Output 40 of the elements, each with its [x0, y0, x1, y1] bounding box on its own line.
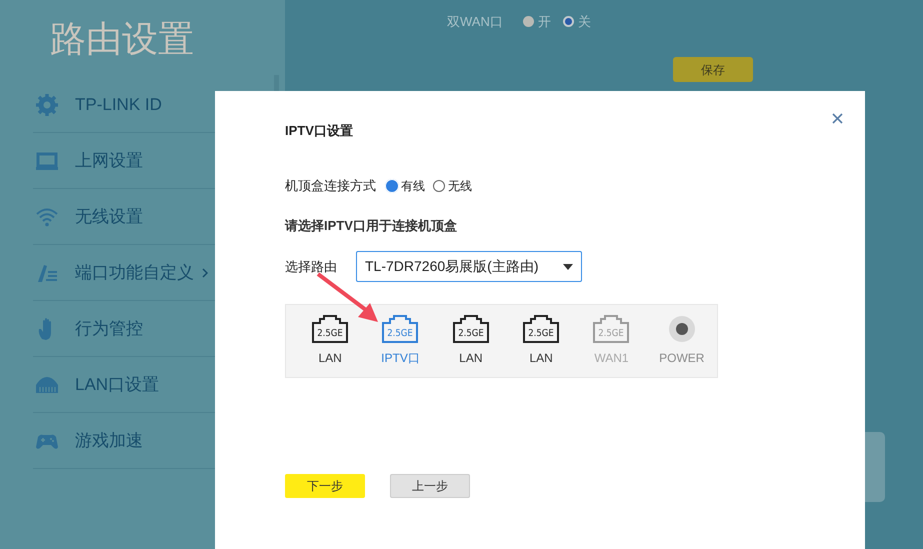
port-label: IPTV口: [381, 350, 420, 367]
ethernet-port-icon[interactable]: 2.5GE: [382, 315, 418, 343]
sidebar-item[interactable]: 无线设置: [75, 204, 143, 230]
router-label: 选择路由: [285, 258, 338, 276]
save-button[interactable]: 保存: [673, 57, 753, 82]
radio-label: 关: [578, 13, 591, 31]
sidebar-item[interactable]: 上网设置: [75, 148, 143, 174]
radio-button[interactable]: [386, 180, 398, 192]
gear-icon: [35, 92, 59, 116]
sidebar-item[interactable]: 行为管控: [75, 316, 143, 342]
back-button[interactable]: 上一步: [390, 474, 470, 498]
sidebar-item[interactable]: 游戏加速: [75, 428, 143, 454]
dual-wan-label: 双WAN口: [447, 13, 503, 31]
radio-button[interactable]: [562, 16, 574, 28]
radio-button[interactable]: [433, 180, 445, 192]
sidebar-item[interactable]: TP-LINK ID: [75, 92, 162, 118]
radio-label: 无线: [448, 178, 472, 195]
radio-button[interactable]: [522, 16, 534, 28]
ethernet-port-icon[interactable]: 2.5GE: [523, 315, 560, 343]
ethernet-port-icon[interactable]: 2.5GE: [452, 315, 489, 343]
close-icon[interactable]: [832, 113, 843, 124]
connection-label: 机顶盒连接方式: [285, 177, 376, 195]
port-label: LAN: [318, 350, 342, 367]
power-led-icon: [668, 315, 696, 343]
section-heading: 请选择IPTV口用于连接机顶盒: [285, 216, 458, 234]
dropdown-caret-icon: [563, 264, 573, 270]
radio-label: 有线: [401, 178, 425, 195]
router-select[interactable]: TL-7DR7260易展版(主路由): [356, 251, 582, 282]
sidebar-title: 路由设置: [50, 18, 195, 62]
port-label: LAN: [459, 350, 482, 367]
next-button[interactable]: 下一步: [285, 474, 365, 498]
radio-label: 开: [538, 13, 551, 31]
port-label: WAN1: [594, 350, 629, 367]
sidebar-item[interactable]: LAN口设置: [75, 372, 160, 398]
dialog-title: IPTV口设置: [285, 123, 354, 139]
port-label: POWER: [659, 350, 704, 367]
chevron-icon: [202, 268, 208, 278]
ethernet-port-icon[interactable]: 2.5GE: [312, 315, 348, 343]
sidebar-item[interactable]: 端口功能自定义: [75, 260, 194, 286]
port-label: LAN: [529, 350, 553, 367]
